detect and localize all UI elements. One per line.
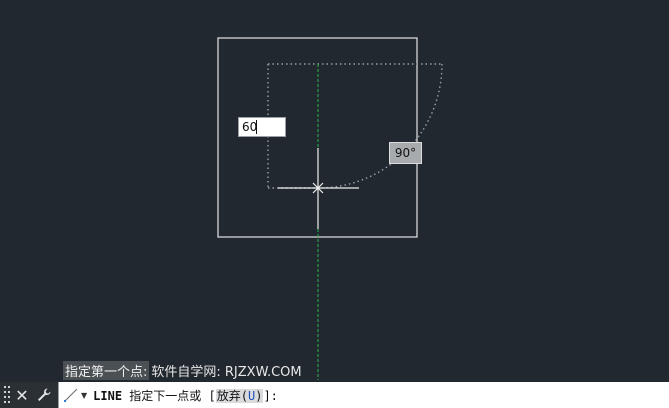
- command-input[interactable]: ▼ LINE 指定下一点或 [放弃(U)]:: [58, 382, 669, 408]
- angle-tooltip: 90°: [389, 142, 422, 164]
- command-line-bar: ✕ ▼ LINE 指定下一点或 [放弃(U)]:: [0, 382, 669, 408]
- watermark-text: 软件自学网: RJZXW.COM: [151, 364, 302, 380]
- drawing-canvas[interactable]: 60 90°: [0, 0, 669, 380]
- command-history-line: 指定第一个点: 软件自学网: RJZXW.COM: [63, 360, 302, 380]
- wrench-icon[interactable]: [34, 385, 54, 405]
- history-prompt: 指定第一个点:: [63, 360, 150, 380]
- option-undo-label: 放弃(: [216, 388, 248, 403]
- text-caret: [256, 120, 257, 134]
- prompt-text: 指定下一点或 [: [122, 388, 216, 403]
- line-command-icon[interactable]: [63, 387, 79, 403]
- command-name: LINE: [93, 388, 123, 403]
- drag-grip-icon[interactable]: [4, 386, 10, 404]
- length-dynamic-input[interactable]: 60: [238, 117, 286, 137]
- close-icon[interactable]: ✕: [12, 385, 32, 405]
- prompt-end: ]:: [263, 388, 278, 403]
- command-prompt: LINE 指定下一点或 [放弃(U)]:: [93, 387, 278, 404]
- angle-arc: [317, 63, 443, 189]
- crosshair-cursor: [278, 148, 359, 229]
- drawing-area[interactable]: [0, 0, 669, 380]
- chevron-down-icon[interactable]: ▼: [81, 391, 87, 400]
- option-undo[interactable]: 放弃(U): [215, 388, 264, 403]
- option-undo-close: ): [255, 388, 263, 403]
